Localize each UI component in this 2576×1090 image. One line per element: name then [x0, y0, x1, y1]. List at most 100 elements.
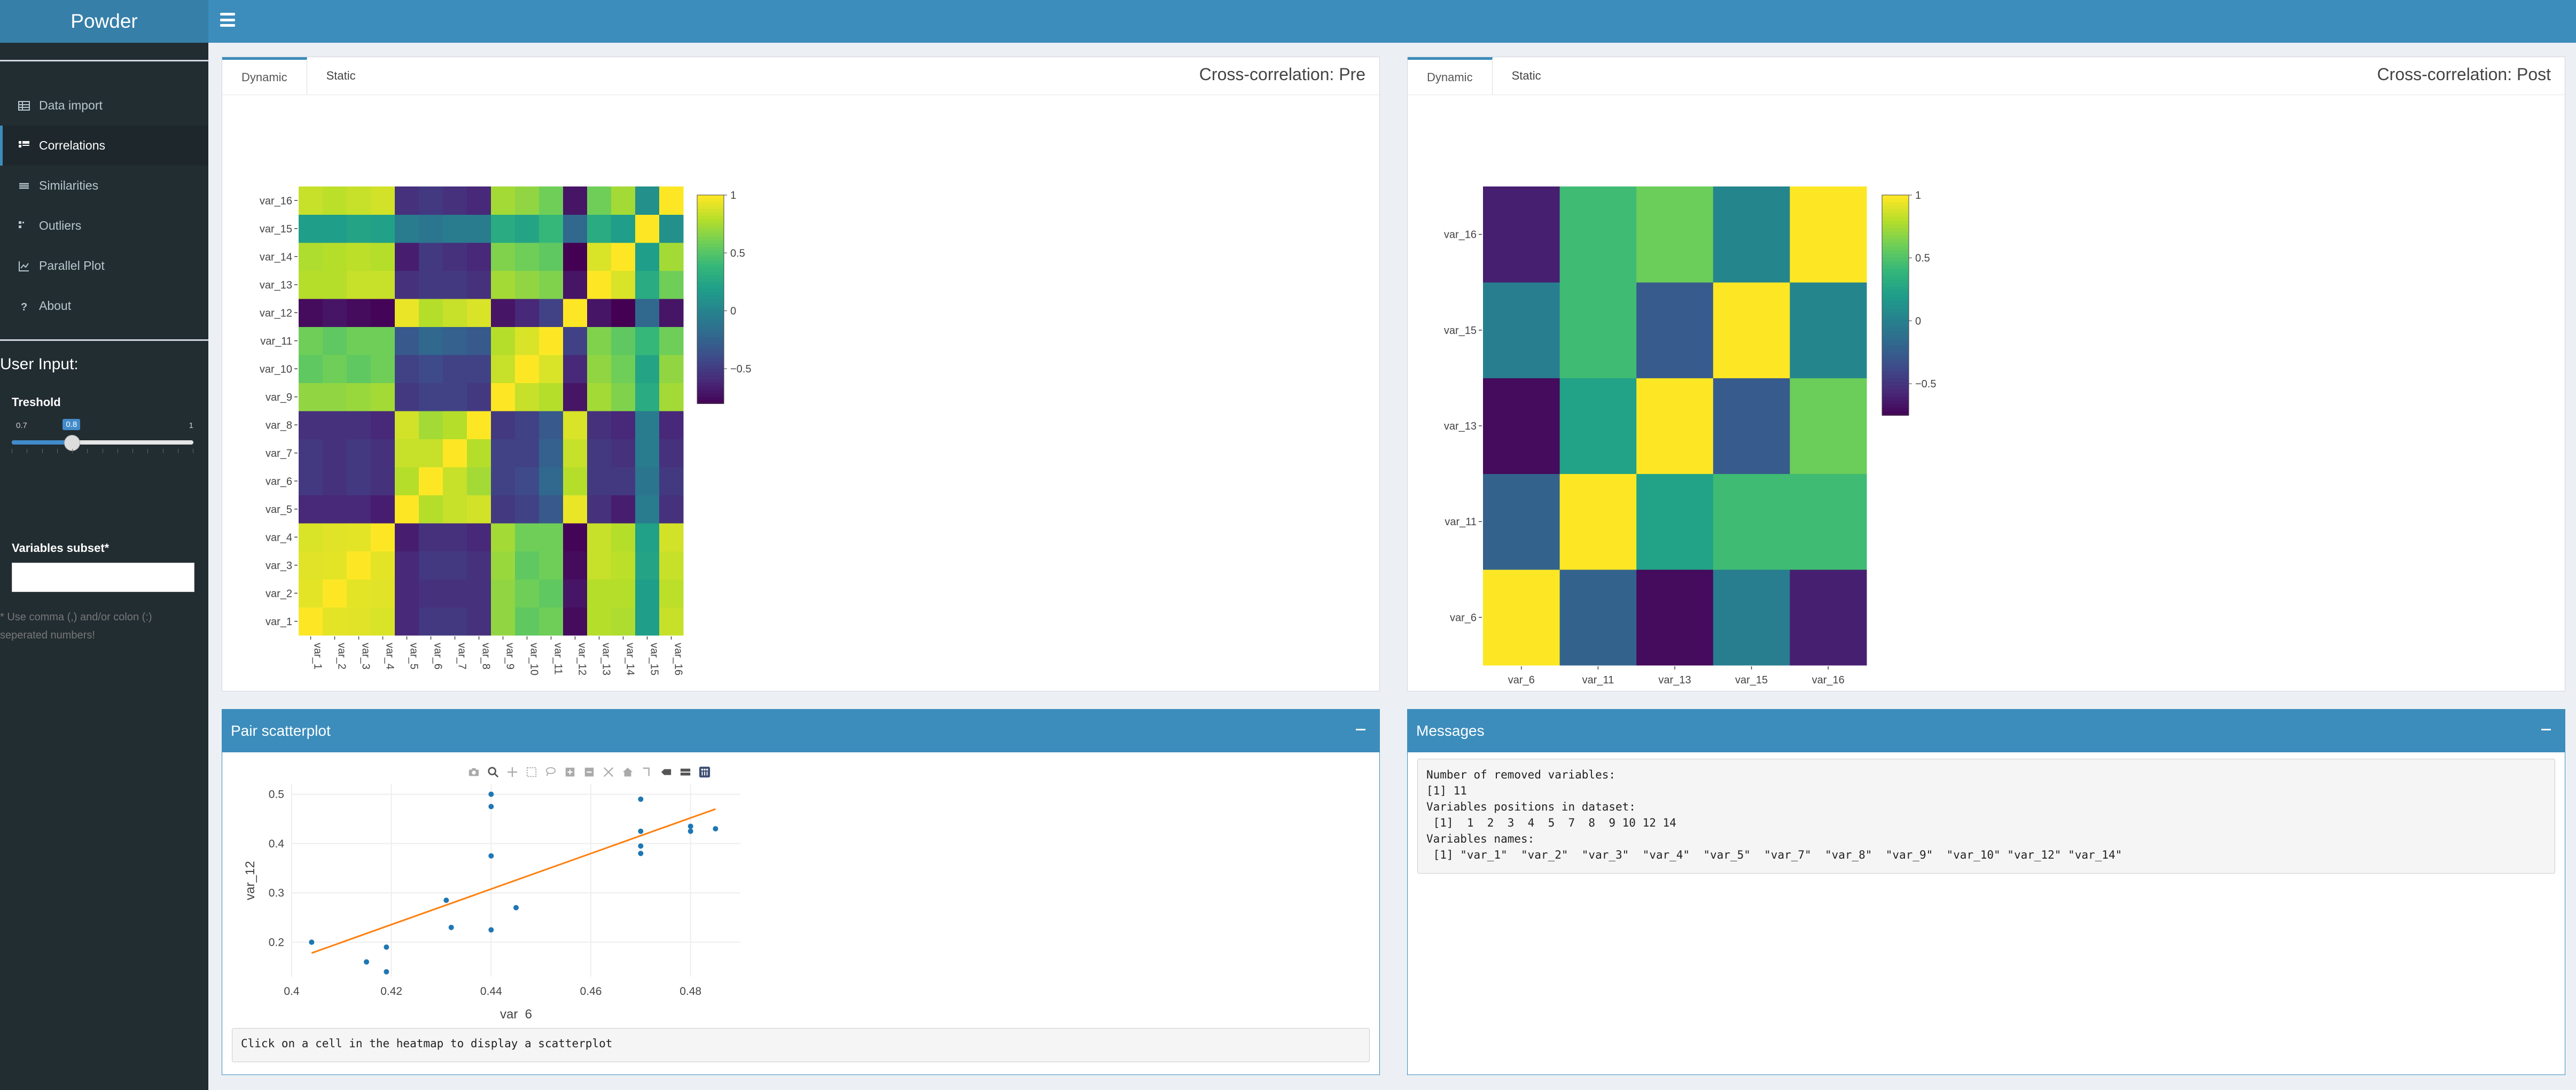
pre-heatmap-cell[interactable] [635, 579, 660, 608]
scatter-point[interactable] [443, 897, 449, 903]
scatter-collapse-button[interactable] [1353, 721, 1369, 737]
pre-heatmap-cell[interactable] [635, 214, 660, 243]
pre-heatmap-cell[interactable] [395, 551, 419, 580]
scatter-point[interactable] [384, 969, 389, 975]
pre-heatmap-cell[interactable] [563, 355, 588, 383]
pre-heatmap-cell[interactable] [443, 467, 467, 495]
pre-heatmap-cell[interactable] [395, 214, 419, 243]
pre-heatmap-cell[interactable] [539, 439, 564, 468]
post-heatmap-cell[interactable] [1713, 569, 1790, 666]
pre-heatmap-cell[interactable] [371, 523, 395, 551]
post-heatmap-cell[interactable] [1636, 569, 1714, 666]
post-heatmap-cell[interactable] [1713, 186, 1790, 283]
post-heatmap-cell[interactable] [1559, 282, 1637, 378]
pre-heatmap-cell[interactable] [323, 579, 347, 608]
pre-heatmap-cell[interactable] [611, 243, 636, 271]
pre-heatmap-cell[interactable] [659, 214, 684, 243]
pre-heatmap-cell[interactable] [611, 186, 636, 215]
pre-heatmap-cell[interactable] [299, 523, 323, 551]
pre-heatmap-cell[interactable] [515, 523, 540, 551]
pre-heatmap-cell[interactable] [491, 214, 516, 243]
pre-heatmap-cell[interactable] [371, 607, 395, 636]
pre-heatmap-cell[interactable] [371, 467, 395, 495]
pre-heatmap-cell[interactable] [539, 495, 564, 524]
pre-heatmap-cell[interactable] [395, 439, 419, 468]
scatter-point[interactable] [513, 905, 519, 910]
pre-heatmap-cell[interactable] [419, 243, 443, 271]
pre-heatmap-cell[interactable] [443, 270, 467, 299]
scatter-point[interactable] [488, 853, 494, 859]
pre-heatmap-cell[interactable] [323, 607, 347, 636]
pre-heatmap-cell[interactable] [587, 326, 612, 355]
pair-scatterplot[interactable]: 0.4 0.42 0.44 0.46 0.48 0.2 0.3 0.4 0.5 var_6 var_… [222, 763, 756, 1019]
pre-heatmap-cell[interactable] [395, 495, 419, 524]
pre-heatmap-cell[interactable] [539, 214, 564, 243]
pre-heatmap-cell[interactable] [467, 326, 491, 355]
pre-heatmap-cell[interactable] [419, 523, 443, 551]
pre-heatmap-cell[interactable] [419, 383, 443, 411]
pre-heatmap-cell[interactable] [299, 355, 323, 383]
post-heatmap-cell[interactable] [1636, 186, 1714, 283]
pre-heatmap-cell[interactable] [539, 383, 564, 411]
pre-heatmap-cell[interactable] [611, 523, 636, 551]
post-heatmap-cell[interactable] [1483, 473, 1560, 570]
pre-heatmap-cell[interactable] [491, 411, 516, 439]
pre-heatmap-cell[interactable] [419, 579, 443, 608]
pre-heatmap-cell[interactable] [323, 467, 347, 495]
pre-heatmap-cell[interactable] [539, 299, 564, 327]
post-heatmap-cell[interactable] [1790, 473, 1867, 570]
post-heatmap-cell[interactable] [1483, 186, 1560, 283]
pre-heatmap-cell[interactable] [635, 186, 660, 215]
pre-heatmap-cell[interactable] [563, 523, 588, 551]
scatter-point[interactable] [448, 924, 454, 930]
pre-heatmap-cell[interactable] [659, 355, 684, 383]
pre-heatmap-cell[interactable] [323, 299, 347, 327]
pre-heatmap-cell[interactable] [371, 355, 395, 383]
pre-heatmap-cell[interactable] [611, 551, 636, 580]
pre-heatmap-cell[interactable] [539, 551, 564, 580]
pre-heatmap-cell[interactable] [419, 411, 443, 439]
pre-heatmap-cell[interactable] [635, 270, 660, 299]
post-heatmap-cell[interactable] [1483, 569, 1560, 666]
post-heatmap-cell[interactable] [1790, 569, 1867, 666]
pre-heatmap-cell[interactable] [467, 439, 491, 468]
pre-heatmap-cell[interactable] [515, 355, 540, 383]
pre-heatmap-cell[interactable] [395, 186, 419, 215]
pre-heatmap-cell[interactable] [491, 523, 516, 551]
pre-heatmap-cell[interactable] [419, 607, 443, 636]
pre-heatmap-cell[interactable] [587, 439, 612, 468]
pre-heatmap-cell[interactable] [323, 326, 347, 355]
variables-subset-input[interactable] [12, 563, 194, 592]
pre-heatmap-cell[interactable] [539, 270, 564, 299]
pre-heatmap-cell[interactable] [659, 467, 684, 495]
pre-heatmap-cell[interactable] [443, 607, 467, 636]
pre-heatmap-cell[interactable] [443, 439, 467, 468]
pre-heatmap-cell[interactable] [515, 383, 540, 411]
pre-heatmap-cell[interactable] [467, 186, 491, 215]
pre-heatmap-cell[interactable] [611, 439, 636, 468]
pre-heatmap-cell[interactable] [563, 299, 588, 327]
pre-heatmap-cell[interactable] [491, 186, 516, 215]
pre-heatmap-cell[interactable] [323, 243, 347, 271]
pre-heatmap-cell[interactable] [371, 214, 395, 243]
pre-heatmap-cell[interactable] [467, 243, 491, 271]
pre-heatmap-cell[interactable] [347, 186, 371, 215]
pre-heatmap-cell[interactable] [539, 186, 564, 215]
pre-heatmap-cell[interactable] [539, 607, 564, 636]
pre-heatmap-cell[interactable] [467, 214, 491, 243]
tab-pre-dynamic[interactable]: Dynamic [222, 57, 307, 95]
pre-heatmap-cell[interactable] [563, 243, 588, 271]
pre-heatmap-cell[interactable] [587, 299, 612, 327]
post-heatmap-cell[interactable] [1636, 282, 1714, 378]
pre-heatmap-cell[interactable] [563, 439, 588, 468]
pre-heatmap-cell[interactable] [515, 243, 540, 271]
pre-heatmap-cell[interactable] [371, 411, 395, 439]
sidebar-item-parallel-plot[interactable]: Parallel Plot [0, 246, 208, 286]
post-heatmap-cell[interactable] [1636, 473, 1714, 570]
pre-heatmap-cell[interactable] [611, 270, 636, 299]
pre-heatmap-cell[interactable] [467, 495, 491, 524]
pre-heatmap-cell[interactable] [299, 326, 323, 355]
pre-heatmap-cell[interactable] [395, 579, 419, 608]
post-heatmap[interactable]: var_6 var_11 var_13 var_15 var_16 var_6 var_11… [1408, 100, 2566, 688]
pre-heatmap-cell[interactable] [347, 495, 371, 524]
